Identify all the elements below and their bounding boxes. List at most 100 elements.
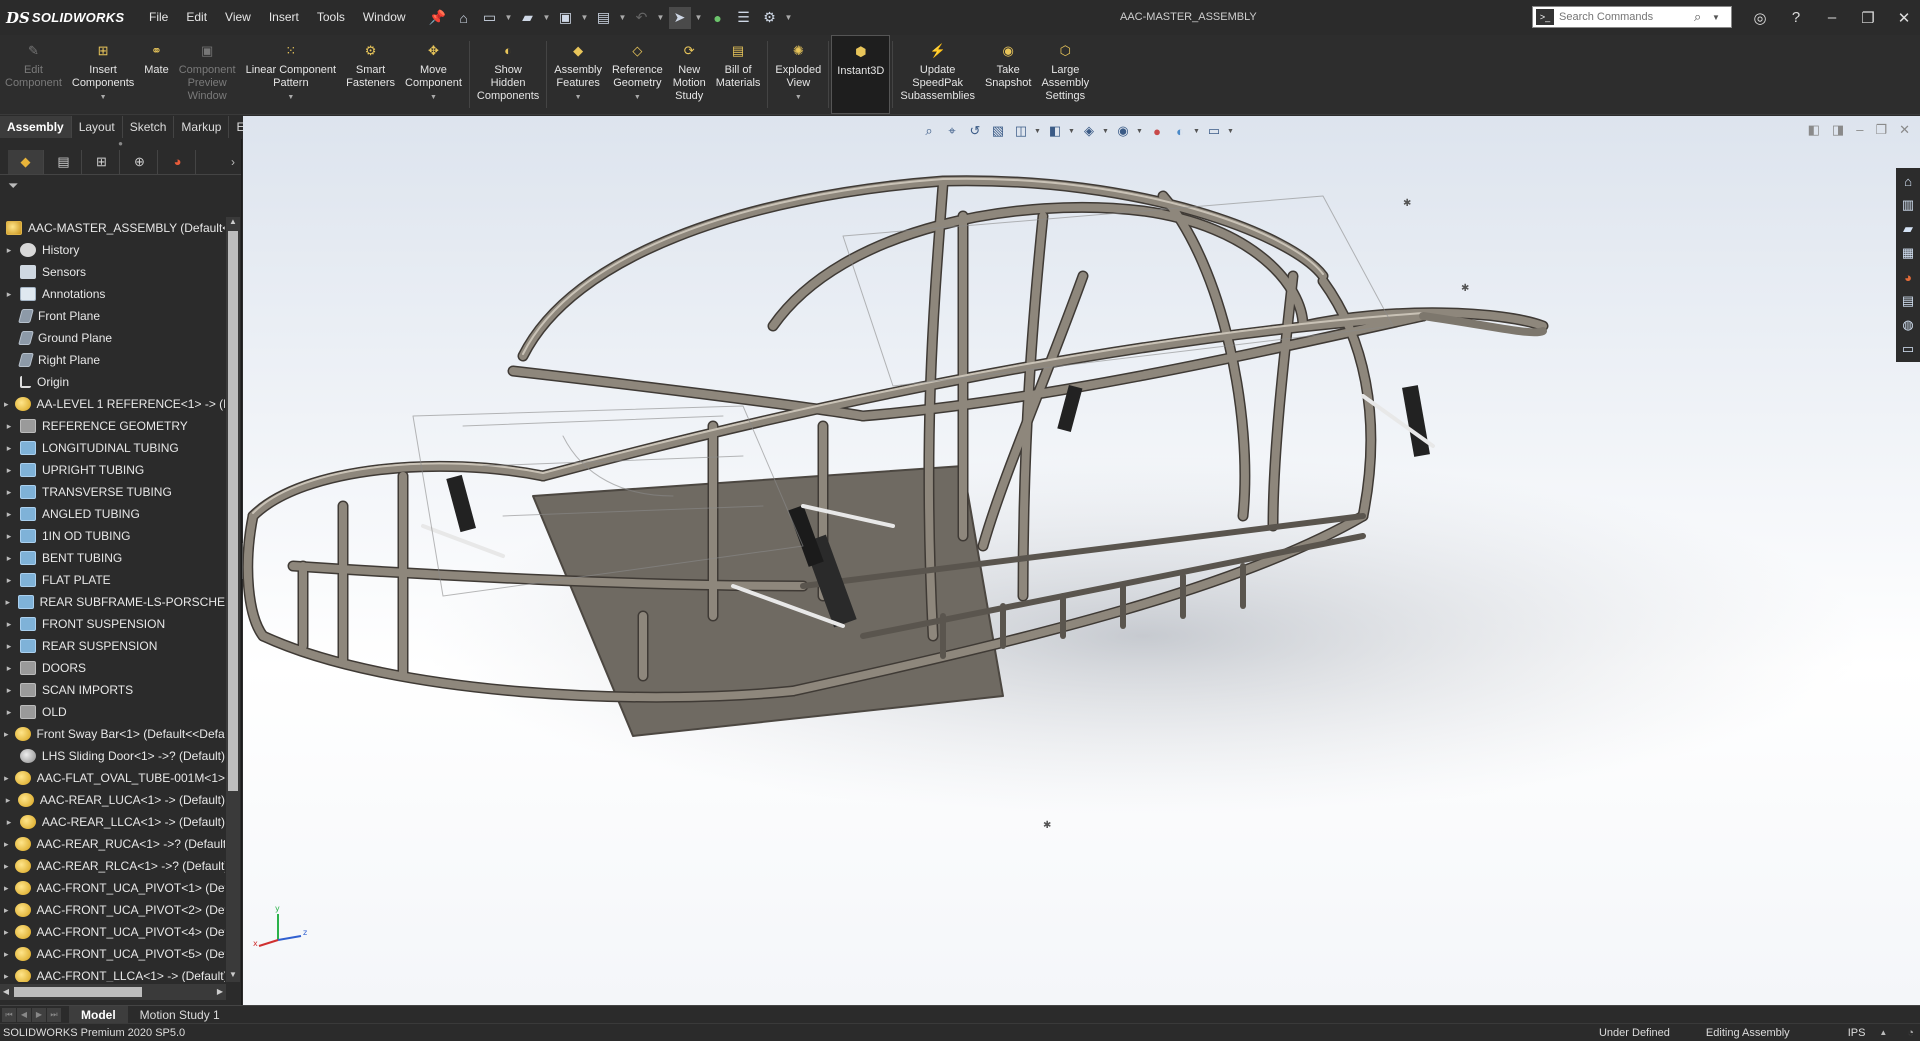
smart-fasteners-button[interactable]: ⚙ Smart Fasteners — [341, 35, 400, 114]
graphics-area[interactable]: ⌕ ⌖ ↺ ▧ ◫ ▼ ◧ ▼ ◈ ▼ ◉ ▼ ● ◐ ▼ ▭ ▼ ◧ ◨ – ❐ ✕ — [243, 116, 1920, 1005]
solidworks-logo[interactable]: DS SOLIDWORKS — [0, 9, 140, 27]
expand-arrow-icon[interactable]: ▸ — [0, 685, 14, 696]
expand-arrow-icon[interactable]: ▸ — [0, 289, 14, 300]
tree-item[interactable]: ▸ SCAN IMPORTS — [0, 679, 225, 701]
tree-item[interactable]: ▸ Front Sway Bar<1> (Default<<Default>) — [0, 723, 225, 745]
tree-item[interactable]: ▸ ANGLED TUBING — [0, 503, 225, 525]
feature-tree-tab-icon[interactable]: ◆ — [8, 149, 44, 174]
scroll-left-icon[interactable]: ◀ — [0, 984, 12, 1000]
tree-item[interactable]: ▸ AA-LEVEL 1 REFERENCE<1> -> (Default) — [0, 393, 225, 415]
chevron-down-icon[interactable]: ▼ — [575, 91, 582, 104]
chevron-down-icon[interactable]: ▼ — [1712, 13, 1720, 22]
close-icon[interactable]: ✕ — [1886, 0, 1920, 35]
tab-markup[interactable]: Markup — [174, 116, 230, 138]
scroll-right-icon[interactable]: ▶ — [214, 984, 226, 1000]
tab-motion-study-1[interactable]: Motion Study 1 — [128, 1006, 232, 1024]
tree-item[interactable]: Sensors — [0, 261, 225, 283]
expand-arrow-icon[interactable]: ▸ — [0, 707, 14, 718]
prev-tab-icon[interactable]: ◀ — [17, 1007, 31, 1022]
chevron-down-icon[interactable]: ▼ — [581, 13, 589, 22]
scroll-down-icon[interactable]: ▼ — [226, 970, 240, 982]
expand-arrow-icon[interactable]: ▸ — [0, 399, 9, 410]
solidworks-forum-icon[interactable]: ◍ — [1899, 315, 1917, 335]
select-arrow-icon[interactable]: ➤ — [668, 6, 691, 29]
tree-item[interactable]: ▸ AAC-REAR_LUCA<1> -> (Default) — [0, 789, 225, 811]
view-palette-icon[interactable]: ▦ — [1899, 243, 1917, 263]
tree-item[interactable]: ▸ AAC-REAR_RLCA<1> ->? (Default) — [0, 855, 225, 877]
show-hidden-button[interactable]: ◐ Show Hidden Components — [472, 35, 544, 114]
component-preview-button[interactable]: ▣ Component Preview Window — [174, 35, 241, 114]
save-icon[interactable]: ▣ — [555, 7, 577, 29]
scroll-up-icon[interactable]: ▲ — [226, 217, 240, 229]
tree-item[interactable]: Front Plane — [0, 305, 225, 327]
expand-arrow-icon[interactable]: ▸ — [0, 729, 9, 740]
snapshot-button[interactable]: ◉ Take Snapshot — [980, 35, 1036, 114]
chevron-down-icon[interactable]: ▼ — [795, 91, 802, 104]
file-explorer-icon[interactable]: ▰ — [1899, 219, 1917, 239]
expand-arrow-icon[interactable]: ▸ — [0, 245, 14, 256]
expand-arrow-icon[interactable]: ▸ — [0, 839, 9, 850]
search-icon[interactable]: ⌕ — [1694, 9, 1712, 25]
tab-sketch[interactable]: Sketch — [123, 116, 175, 138]
chevron-down-icon[interactable]: ▼ — [430, 91, 437, 104]
speedpak-button[interactable]: ⚡ Update SpeedPak Subassemblies — [895, 35, 980, 114]
tree-item[interactable]: ▸ 1IN OD TUBING — [0, 525, 225, 547]
menu-tools[interactable]: Tools — [308, 0, 354, 35]
tree-item[interactable]: ▸ History — [0, 239, 225, 261]
user-icon[interactable]: ◎ — [1742, 0, 1778, 35]
vertical-scrollbar[interactable]: ▲ ▼ — [226, 217, 240, 982]
search-input[interactable] — [1554, 11, 1694, 23]
tree-item[interactable]: ▸ AAC-FRONT_UCA_PIVOT<5> (Default) — [0, 943, 225, 965]
scroll-thumb[interactable] — [228, 231, 238, 791]
reference-geometry-button[interactable]: ◇ Reference Geometry ▼ — [607, 35, 668, 114]
display-manager-tab-icon[interactable]: ◕ — [160, 149, 196, 174]
expand-arrow-icon[interactable]: ▸ — [0, 487, 14, 498]
units-selector[interactable]: IPS — [1808, 1027, 1880, 1039]
tab-assembly[interactable]: Assembly — [0, 116, 72, 138]
chevron-down-icon[interactable]: ▼ — [543, 13, 551, 22]
chevron-down-icon[interactable]: ▼ — [634, 91, 641, 104]
menu-file[interactable]: File — [140, 0, 177, 35]
tree-item[interactable]: ▸ REAR SUSPENSION — [0, 635, 225, 657]
next-tab-icon[interactable]: ▶ — [32, 1007, 46, 1022]
expand-arrow-icon[interactable]: ▸ — [0, 443, 14, 454]
open-folder-icon[interactable]: ▰ — [517, 7, 539, 29]
expand-arrow-icon[interactable]: ▸ — [0, 575, 14, 586]
help-icon[interactable]: ? — [1778, 0, 1814, 35]
custom-properties-icon[interactable]: ▤ — [1899, 291, 1917, 311]
expand-arrow-icon[interactable]: ▸ — [0, 553, 14, 564]
chevron-down-icon[interactable]: ▼ — [619, 13, 627, 22]
tree-item[interactable]: ▸ BENT TUBING — [0, 547, 225, 569]
chevron-down-icon[interactable]: ▼ — [785, 13, 793, 22]
tree-item[interactable]: ▸ AAC-FRONT_LLCA<1> -> (Default) — [0, 965, 225, 982]
undo-icon[interactable]: ↶ — [631, 7, 653, 29]
tab-layout[interactable]: Layout — [72, 116, 123, 138]
expand-arrow-icon[interactable]: ▸ — [0, 773, 9, 784]
chevron-down-icon[interactable]: ▼ — [100, 91, 107, 104]
menu-edit[interactable]: Edit — [177, 0, 216, 35]
scroll-thumb[interactable] — [14, 987, 142, 997]
tree-item[interactable]: ▸ REAR SUBFRAME-LS-PORSCHE — [0, 591, 225, 613]
chevron-right-icon[interactable]: › — [231, 155, 235, 169]
tree-item[interactable]: ▸ LONGITUDINAL TUBING — [0, 437, 225, 459]
tree-item[interactable]: ▸ AAC-REAR_RUCA<1> ->? (Default) — [0, 833, 225, 855]
tree-item[interactable]: ▸ TRANSVERSE TUBING — [0, 481, 225, 503]
new-document-icon[interactable]: ▭ — [479, 7, 501, 29]
expand-arrow-icon[interactable]: ▸ — [0, 531, 14, 542]
file-properties-icon[interactable]: ☰ — [733, 7, 755, 29]
gear-icon[interactable]: ⚙ — [759, 7, 781, 29]
property-manager-tab-icon[interactable]: ▤ — [46, 149, 82, 174]
expand-arrow-icon[interactable]: ▸ — [0, 971, 9, 982]
tree-item[interactable]: LHS Sliding Door<1> ->? (Default) — [0, 745, 225, 767]
tree-item[interactable]: ▸ AAC-FLAT_OVAL_TUBE-001M<1> — [0, 767, 225, 789]
expand-arrow-icon[interactable]: ▸ — [0, 949, 9, 960]
mate-button[interactable]: ⚭ Mate — [139, 35, 173, 114]
expand-arrow-icon[interactable]: ▸ — [0, 597, 12, 608]
expand-arrow-icon[interactable]: ▸ — [0, 509, 14, 520]
search-commands[interactable]: >_ ⌕ ▼ — [1532, 6, 1732, 28]
menu-window[interactable]: Window — [354, 0, 415, 35]
menu-view[interactable]: View — [216, 0, 260, 35]
expand-arrow-icon[interactable]: ▸ — [0, 905, 9, 916]
configuration-manager-tab-icon[interactable]: ⊞ — [84, 149, 120, 174]
pin-icon[interactable]: 📌 — [427, 7, 449, 29]
